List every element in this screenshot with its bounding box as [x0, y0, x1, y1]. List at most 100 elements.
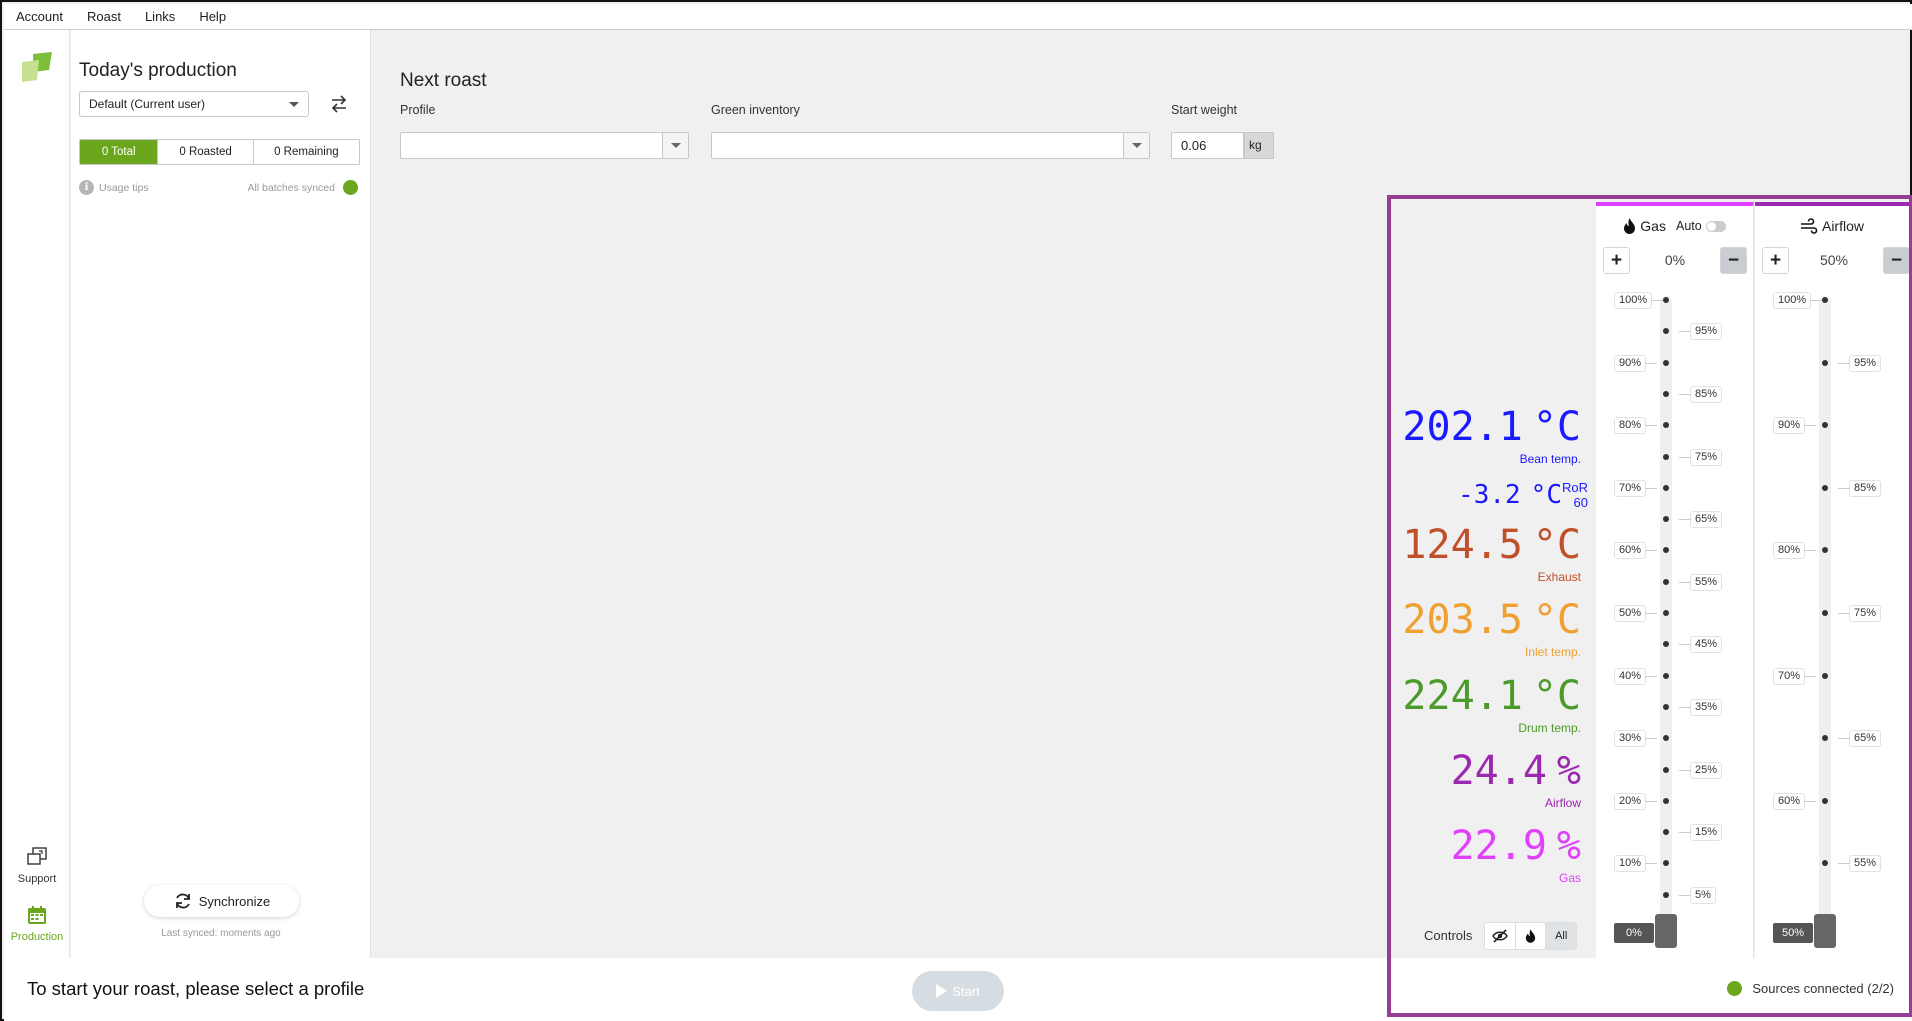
reading-inlet-line: 203.5 °C — [1402, 597, 1581, 643]
airflow-tick-dot — [1822, 672, 1828, 679]
airflow-tick-label[interactable]: 60% — [1773, 792, 1817, 810]
airflow-decrease-button[interactable]: − — [1883, 247, 1910, 274]
gas-tick-label[interactable]: 65% — [1678, 511, 1723, 529]
gas-tick-label[interactable]: 80% — [1614, 417, 1658, 435]
chevron-down-icon[interactable] — [662, 133, 688, 158]
controls-all-button[interactable]: All — [1546, 923, 1576, 949]
synchronize-label: Synchronize — [198, 893, 271, 909]
airflow-tick-label[interactable]: 80% — [1773, 542, 1817, 560]
sync-status-label: All batches synced — [247, 181, 335, 194]
info-icon: i — [79, 180, 94, 195]
gas-slider-handle[interactable] — [1655, 914, 1677, 948]
reading-exhaust-label: Exhaust — [1537, 570, 1581, 584]
production-title: Today's production — [79, 60, 237, 81]
gas-tick-label[interactable]: 40% — [1614, 667, 1658, 685]
gas-decrease-button[interactable]: − — [1720, 247, 1747, 274]
gas-tick-label[interactable]: 45% — [1678, 636, 1723, 654]
gas-tick-label[interactable]: 55% — [1678, 573, 1723, 591]
airflow-slider-track[interactable] — [1819, 296, 1831, 948]
gas-tick-label[interactable]: 30% — [1614, 730, 1658, 748]
controls-gas-button[interactable] — [1516, 923, 1547, 949]
gas-header: Gas Auto — [1596, 218, 1753, 234]
airflow-tick-label[interactable]: 75% — [1837, 605, 1882, 622]
menu-roast[interactable]: Roast — [75, 4, 133, 30]
gas-current-badge: 0% — [1614, 923, 1654, 943]
gas-tick-label[interactable]: 10% — [1614, 855, 1658, 873]
reading-bean-line: 202.1 °C — [1402, 404, 1581, 450]
reading-airflow-value: 24.4 — [1450, 748, 1547, 794]
airflow-slider-handle[interactable] — [1814, 914, 1836, 948]
profile-select[interactable] — [400, 132, 689, 159]
airflow-tick-label[interactable]: 95% — [1837, 354, 1882, 372]
gas-tick-label[interactable]: 85% — [1678, 385, 1723, 403]
menu-account[interactable]: Account — [4, 4, 75, 30]
swap-icon[interactable] — [329, 94, 349, 114]
gas-tick-label[interactable]: 60% — [1614, 542, 1658, 560]
gas-tick-label[interactable]: 15% — [1678, 824, 1723, 842]
tab-roasted[interactable]: 0 Roasted — [158, 140, 254, 164]
user-select-value: Default (Current user) — [89, 97, 206, 111]
airflow-tick-dot — [1822, 297, 1828, 303]
user-select[interactable]: Default (Current user) — [79, 91, 309, 117]
start-weight-input[interactable]: 0.06 — [1171, 132, 1244, 159]
next-roast-title: Next roast — [400, 70, 487, 91]
ror-label: RoR — [1561, 480, 1588, 495]
auto-toggle[interactable]: Auto — [1676, 219, 1726, 233]
reading-drum: 224.1 °C Drum temp. — [1402, 673, 1581, 735]
gas-tick-label[interactable]: 75% — [1678, 448, 1723, 466]
auto-switch[interactable] — [1705, 220, 1726, 232]
menu-links[interactable]: Links — [133, 4, 187, 30]
tab-remaining[interactable]: 0 Remaining — [253, 140, 359, 164]
menu-help[interactable]: Help — [187, 4, 238, 30]
gas-tick-label[interactable]: 35% — [1678, 698, 1723, 716]
reading-ror-unit: °C — [1530, 480, 1562, 510]
gas-tick-label[interactable]: 70% — [1614, 479, 1658, 497]
auto-label: Auto — [1675, 219, 1702, 233]
airflow-tick-label[interactable]: 85% — [1837, 479, 1882, 497]
airflow-tick-label[interactable]: 90% — [1773, 417, 1817, 435]
gas-tick-label[interactable]: 25% — [1678, 761, 1723, 779]
green-inventory-select[interactable] — [711, 132, 1150, 159]
gas-tick-label[interactable]: 50% — [1614, 605, 1658, 622]
tab-total[interactable]: 0 Total — [80, 140, 159, 164]
airflow-tick-label[interactable]: 65% — [1837, 730, 1882, 748]
reading-drum-line: 224.1 °C — [1402, 673, 1581, 719]
gas-tick-label[interactable]: 20% — [1614, 792, 1658, 810]
airflow-control: Airflow + 50% − 100% 90% 80% 70% 60% 95% 85% 75… — [1755, 202, 1910, 958]
reading-bean-unit: °C — [1532, 404, 1581, 450]
gas-title: Gas — [1640, 218, 1666, 234]
controls-hide-button[interactable] — [1485, 923, 1516, 949]
gas-tick-label[interactable]: 95% — [1678, 323, 1723, 341]
nav-rail: Support Production — [4, 30, 70, 958]
airflow-tick-dot — [1822, 797, 1828, 804]
airflow-increase-button[interactable]: + — [1762, 247, 1789, 274]
production-button[interactable]: Production — [4, 904, 70, 943]
start-label: Start — [952, 983, 980, 999]
gas-tick-label[interactable]: 90% — [1614, 354, 1658, 372]
footer-bar: To start your roast, please select a pro… — [4, 958, 1912, 1021]
gas-increase-button[interactable]: + — [1603, 247, 1630, 274]
synchronize-button[interactable]: Synchronize — [144, 885, 299, 917]
chevron-down-icon[interactable] — [1123, 133, 1149, 158]
reading-airflow-label: Airflow — [1544, 796, 1581, 810]
reading-inlet-unit: °C — [1532, 597, 1581, 643]
airflow-tick-label[interactable]: 70% — [1773, 667, 1817, 685]
airflow-tick-label[interactable]: 55% — [1837, 855, 1882, 873]
start-button[interactable]: Start — [912, 971, 1004, 1011]
reading-inlet: 203.5 °C Inlet temp. — [1402, 597, 1581, 659]
chevron-down-icon — [289, 102, 299, 107]
flame-icon — [1624, 218, 1636, 234]
gas-tick-label[interactable]: 100% — [1614, 292, 1664, 309]
profile-label: Profile — [400, 103, 436, 117]
reading-airflow-line: 24.4% — [1451, 748, 1581, 794]
calendar-icon — [28, 906, 46, 924]
ror-window-label: RoR 60 — [1562, 480, 1588, 510]
gas-tick-dot — [1663, 672, 1669, 679]
airflow-tick-label[interactable]: 100% — [1773, 292, 1823, 309]
green-inventory-label: Green inventory — [711, 103, 800, 117]
support-button[interactable]: Support — [4, 846, 70, 885]
usage-tips-link[interactable]: i Usage tips — [79, 180, 149, 195]
airflow-tick-dot — [1822, 359, 1828, 366]
support-label: Support — [17, 873, 57, 885]
gas-tick-label[interactable]: 5% — [1679, 886, 1716, 904]
